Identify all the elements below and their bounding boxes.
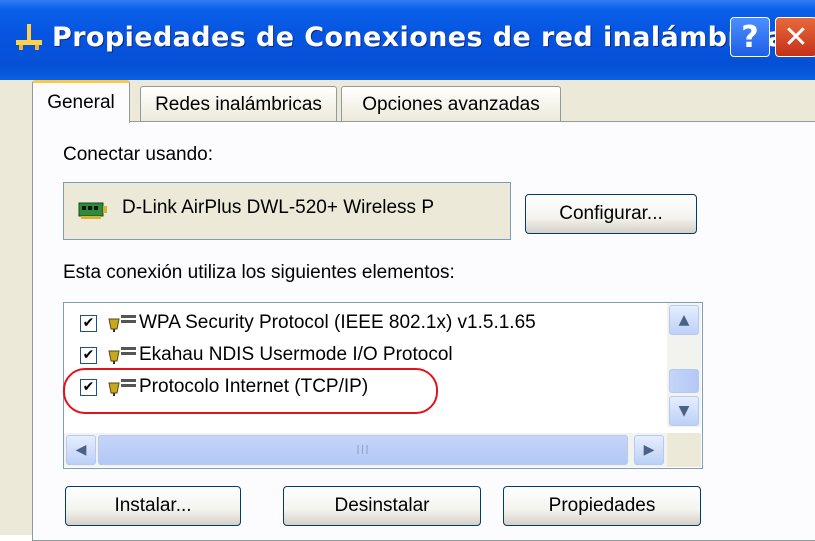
properties-button[interactable]: Propiedades	[503, 486, 701, 526]
network-adapter-icon	[78, 202, 107, 219]
help-icon: ?	[741, 19, 759, 55]
uninstall-button[interactable]: Desinstalar	[283, 486, 481, 526]
list-item[interactable]: ✔ Ekahau NDIS Usermode I/O Protocol	[80, 339, 453, 371]
tab-wireless-networks[interactable]: Redes inalámbricas	[140, 86, 337, 122]
window-title: Propiedades de Conexiones de red inalámb…	[52, 22, 803, 53]
chevron-up-icon: ▲	[678, 312, 690, 328]
close-button[interactable]: ✕	[775, 17, 815, 57]
checkbox-wpa[interactable]: ✔	[80, 314, 97, 332]
chevron-right-icon: ▶	[643, 442, 655, 458]
network-connection-icon	[16, 24, 42, 50]
scroll-right-button[interactable]: ▶	[634, 435, 664, 465]
item-label: Protocolo Internet (TCP/IP)	[139, 376, 369, 397]
general-panel: Conectar usando: D-Link AirPlus DWL-520+…	[32, 121, 815, 541]
components-label: Esta conexión utiliza los siguientes ele…	[63, 262, 455, 283]
scroll-up-button[interactable]: ▲	[669, 305, 699, 335]
tab-general[interactable]: General	[32, 80, 130, 123]
protocol-icon	[108, 347, 136, 364]
configure-button[interactable]: Configurar...	[525, 194, 697, 234]
horizontal-scroll-thumb[interactable]: III	[98, 435, 628, 465]
scroll-left-button[interactable]: ◀	[66, 435, 96, 465]
chevron-left-icon: ◀	[75, 442, 87, 458]
help-button[interactable]: ?	[730, 17, 770, 57]
title-bar[interactable]: Propiedades de Conexiones de red inalámb…	[0, 0, 815, 80]
checkbox-ekahau[interactable]: ✔	[80, 346, 97, 364]
adapter-name: D-Link AirPlus DWL-520+ Wireless P	[122, 197, 435, 218]
protocol-icon	[108, 315, 136, 332]
checkbox-tcpip[interactable]: ✔	[80, 378, 97, 396]
dialog-body: General Redes inalámbricas Opciones avan…	[0, 80, 815, 541]
install-button[interactable]: Instalar...	[65, 486, 241, 526]
connect-using-label: Conectar usando:	[63, 144, 213, 165]
grip-icon: III	[356, 443, 370, 457]
list-item[interactable]: ✔ Protocolo Internet (TCP/IP)	[80, 371, 368, 403]
scroll-down-button[interactable]: ▼	[669, 396, 699, 426]
item-label: Ekahau NDIS Usermode I/O Protocol	[139, 344, 453, 365]
chevron-down-icon: ▼	[678, 403, 690, 419]
horizontal-scrollbar[interactable]: ◀ III ▶	[64, 433, 667, 467]
close-icon: ✕	[783, 19, 809, 55]
list-item[interactable]: ✔ WPA Security Protocol (IEEE 802.1x) v1…	[80, 307, 536, 339]
components-list[interactable]: ✔ WPA Security Protocol (IEEE 802.1x) v1…	[63, 302, 703, 469]
vertical-scroll-thumb[interactable]	[669, 369, 699, 393]
vertical-scrollbar[interactable]: ▲ ▼	[667, 303, 701, 427]
protocol-icon	[108, 379, 136, 396]
adapter-box: D-Link AirPlus DWL-520+ Wireless P	[63, 182, 511, 240]
scrollbar-corner	[667, 433, 701, 467]
tab-advanced-options[interactable]: Opciones avanzadas	[341, 86, 561, 122]
item-label: WPA Security Protocol (IEEE 802.1x) v1.5…	[139, 312, 536, 333]
